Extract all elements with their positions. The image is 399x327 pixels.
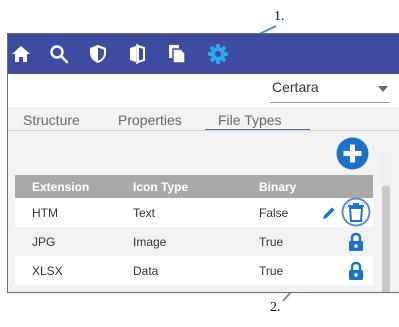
plus-circle-icon [336,137,369,170]
shield-icon [90,45,106,63]
column-header-extension[interactable]: Extension [32,180,89,194]
table-header: Extension Icon Type Binary [15,175,373,198]
tab-divider [8,130,399,131]
compare-button[interactable] [126,43,148,65]
compare-icon [130,44,145,64]
tab-file-types[interactable]: File Types [218,112,282,128]
cell-binary: True [259,235,284,249]
home-icon [12,46,30,62]
search-button[interactable] [48,43,70,65]
edit-button[interactable] [321,205,337,226]
organization-select-value: Certara [272,79,319,95]
column-header-binary[interactable]: Binary [259,180,296,194]
main-toolbar [8,34,399,74]
app-window: Certara Structure Properties File Types … [7,33,399,293]
table-row[interactable]: JPG Image True [15,227,373,256]
tab-bar: Structure Properties File Types [8,107,399,131]
locked-indicator [348,261,364,286]
security-button[interactable] [87,43,109,65]
copy-button[interactable] [166,43,188,65]
cell-extension: HTM [32,206,58,220]
add-file-type-button[interactable] [336,137,369,170]
highlight-circle [341,197,371,227]
cell-icon-type: Data [133,264,159,278]
table-row[interactable]: XLSX Data True [15,256,373,285]
tab-properties[interactable]: Properties [118,112,182,128]
home-button[interactable] [10,43,32,65]
edit-icon [323,207,335,219]
scrollbar-track[interactable] [381,151,391,292]
cell-binary: True [259,264,284,278]
gear-icon [208,44,228,64]
table-row[interactable]: HTM Text False [15,197,373,227]
search-icon [50,45,69,64]
cell-icon-type: Image [133,235,167,249]
organization-select[interactable]: Certara [270,74,390,103]
lock-icon [349,232,363,251]
settings-button[interactable] [207,43,229,65]
cell-binary: False [259,206,289,220]
cell-icon-type: Text [133,206,156,220]
scrollbar-thumb[interactable] [382,186,390,292]
file-types-table: Extension Icon Type Binary HTM Text Fals… [15,175,373,285]
callout-label-2: 2. [270,300,281,315]
lock-icon [349,261,363,280]
cell-extension: JPG [32,235,56,249]
column-header-icon-type[interactable]: Icon Type [133,180,188,194]
locked-indicator [348,232,364,257]
tab-structure[interactable]: Structure [23,112,80,128]
callout-label-1: 1. [274,9,285,24]
chevron-down-icon [378,86,388,92]
copy-icon [169,45,186,64]
cell-extension: XLSX [32,264,63,278]
